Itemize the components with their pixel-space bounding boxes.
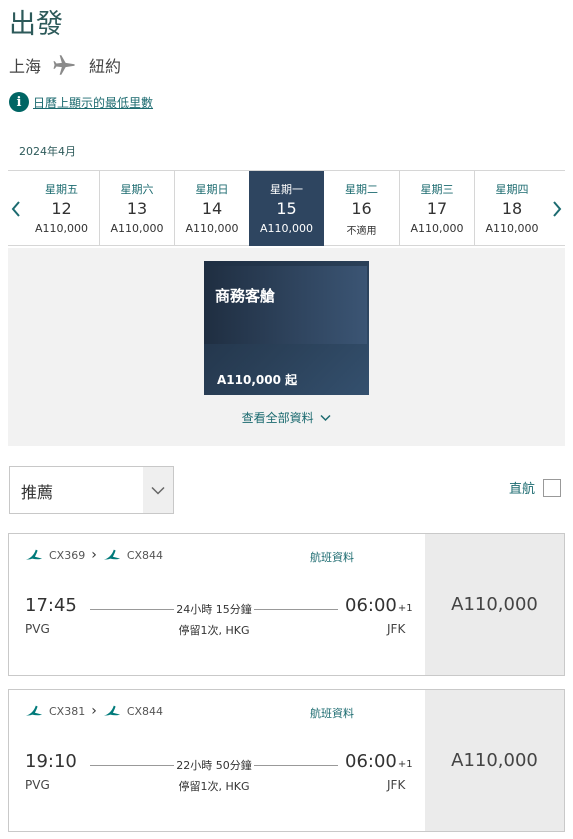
date-weekday: 星期二: [345, 183, 378, 196]
flight-number: CX381: [49, 704, 86, 718]
page-title: 出發: [9, 9, 63, 40]
flight-info-link[interactable]: 航班資料: [310, 549, 354, 565]
flight-duration: 24小時 15分鐘: [90, 601, 338, 617]
airline-logo-icon: [103, 549, 120, 560]
date-fare: A110,000: [110, 222, 164, 235]
chevron-right-icon: [553, 200, 562, 217]
cabin-name: 商務客艙: [215, 287, 276, 305]
date-day: 17: [426, 199, 448, 218]
date-weekday: 星期日: [195, 183, 229, 196]
sort-select[interactable]: 推薦: [9, 466, 174, 514]
date-cell[interactable]: 星期五 12 A110,000: [24, 171, 99, 246]
airline-logo-icon: [25, 705, 43, 716]
next-week-arrow[interactable]: [549, 171, 565, 246]
chevron-right-icon: ›: [91, 547, 97, 563]
date-fare: A110,000: [485, 222, 539, 235]
flight-info-link[interactable]: 航班資料: [310, 705, 354, 721]
arrival-time-value: 06:00: [345, 595, 397, 616]
date-fare: A110,000: [410, 222, 464, 235]
flight-codes: CX381 › CX844: [25, 702, 163, 720]
date-cell-selected[interactable]: 星期一 15 A110,000: [249, 171, 324, 246]
arrival-time: 06:00+1: [345, 595, 413, 616]
sort-value: 推薦: [21, 483, 54, 502]
chevron-down-icon: [320, 414, 331, 422]
info-icon: i: [9, 92, 29, 112]
chevron-right-icon: ›: [91, 703, 97, 719]
arrival-airport: JFK: [387, 622, 406, 636]
arrival-time-value: 06:00: [345, 751, 397, 772]
date-fare: A110,000: [185, 222, 239, 235]
departure-airport: PVG: [25, 778, 50, 792]
chevron-down-icon: [151, 486, 165, 495]
origin-city: 上海: [9, 57, 42, 76]
date-weekday: 星期一: [270, 183, 303, 196]
info-link-label: 日曆上顯示的最低里數: [33, 95, 154, 110]
date-fare: A110,000: [259, 222, 313, 235]
date-cell[interactable]: 星期四 18 A110,000: [474, 171, 549, 246]
cabin-panel: 商務客艙 A110,000 起 查看全部資料: [8, 248, 565, 446]
date-fare: 不適用: [346, 226, 377, 237]
lowest-fare-info-link[interactable]: i 日曆上顯示的最低里數: [9, 92, 153, 112]
departure-airport: PVG: [25, 622, 50, 636]
direct-checkbox[interactable]: [543, 478, 562, 497]
date-day: 18: [501, 199, 523, 218]
date-weekday: 星期六: [120, 183, 154, 196]
arrival-time: 06:00+1: [345, 751, 413, 772]
date-strip: 星期五 12 A110,000 星期六 13 A110,000 星期日 14 A…: [8, 170, 565, 246]
chevron-left-icon: [11, 200, 20, 217]
destination-city: 紐約: [89, 57, 122, 76]
flight-duration: 22小時 50分鐘: [90, 757, 338, 773]
flight-stops: 停留1次, HKG: [178, 624, 250, 637]
flight-price[interactable]: A110,000: [425, 690, 564, 831]
cabin-price: A110,000 起: [217, 373, 298, 387]
day-offset: +1: [397, 759, 413, 770]
month-label: 2024年4月: [19, 145, 76, 158]
flight-price[interactable]: A110,000: [425, 534, 564, 675]
airline-logo-icon: [103, 705, 120, 716]
date-day: 16: [351, 199, 372, 218]
departure-time: 19:10: [25, 751, 77, 772]
airline-logo-icon: [25, 549, 43, 560]
date-day: 15: [276, 199, 297, 218]
date-cell[interactable]: 星期六 13 A110,000: [99, 171, 174, 246]
date-cell[interactable]: 星期三 17 A110,000: [399, 171, 474, 246]
arrival-airport: JFK: [387, 778, 406, 792]
date-weekday: 星期五: [45, 183, 78, 196]
prev-week-arrow[interactable]: [8, 171, 24, 246]
route: 上海 紐約: [9, 52, 121, 78]
departure-time: 17:45: [25, 595, 77, 616]
duration-text: 24小時 15分鐘: [174, 603, 254, 616]
date-weekday: 星期三: [420, 183, 454, 196]
dropdown-toggle[interactable]: [143, 467, 173, 513]
see-all-details-link[interactable]: 查看全部資料: [8, 409, 565, 426]
flight-number: CX844: [126, 548, 164, 562]
airplane-icon: [53, 55, 75, 75]
flight-stops: 停留1次, HKG: [178, 780, 250, 793]
cabin-card-business[interactable]: 商務客艙 A110,000 起: [204, 261, 369, 395]
date-day: 14: [201, 199, 223, 218]
duration-text: 22小時 50分鐘: [174, 759, 254, 772]
date-weekday: 星期四: [495, 183, 529, 196]
date-fare: A110,000: [34, 222, 88, 235]
flight-number: CX844: [126, 704, 164, 718]
day-offset: +1: [397, 603, 413, 614]
flight-number: CX369: [49, 548, 86, 562]
flight-card[interactable]: CX381 › CX844 航班資料 19:10 PVG 22小時 50分鐘 停…: [8, 689, 565, 832]
flight-codes: CX369 › CX844: [25, 546, 163, 564]
date-cell[interactable]: 星期日 14 A110,000: [174, 171, 249, 246]
flight-card[interactable]: CX369 › CX844 航班資料 17:45 PVG 24小時 15分鐘 停…: [8, 533, 565, 676]
see-all-label: 查看全部資料: [241, 411, 314, 425]
date-day: 12: [51, 199, 72, 218]
direct-label: 直航: [509, 482, 536, 497]
direct-flight-filter[interactable]: 直航: [509, 478, 562, 497]
date-cell[interactable]: 星期二 16 不適用: [324, 171, 399, 246]
date-day: 13: [126, 199, 148, 218]
